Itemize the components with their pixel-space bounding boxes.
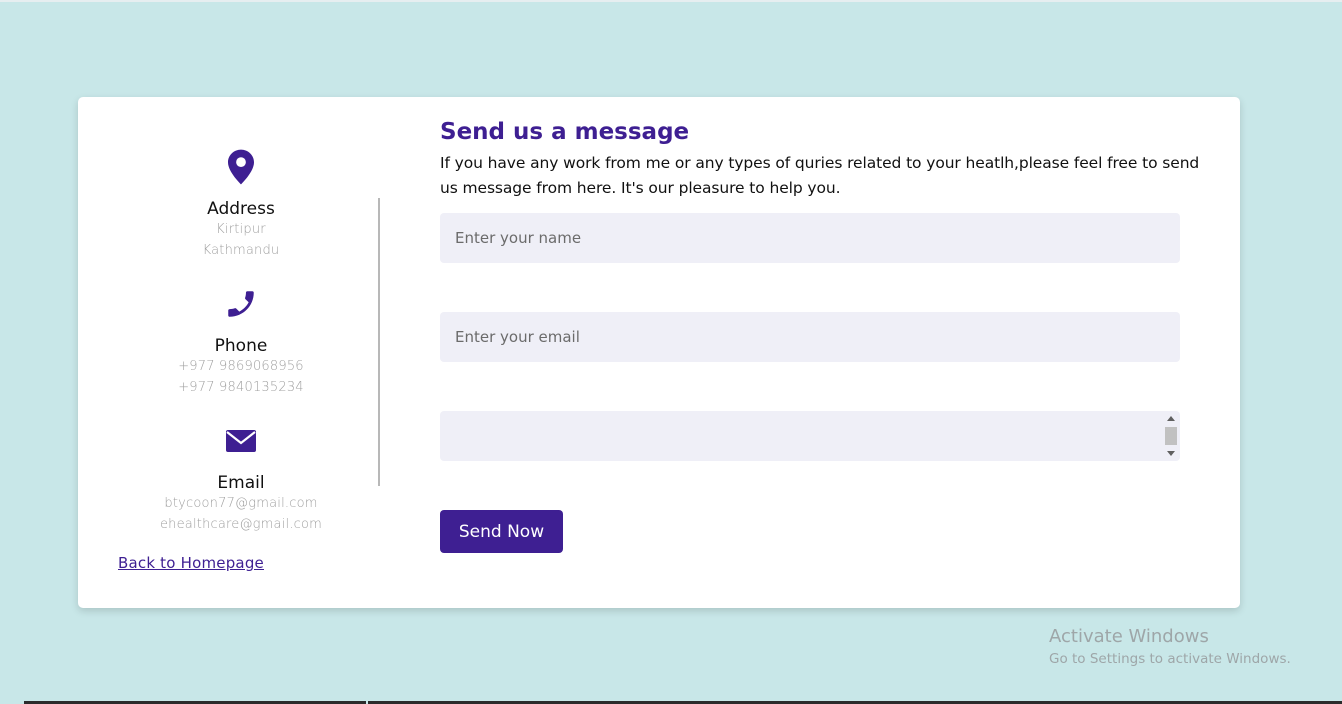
message-form: Send us a message If you have any work f… <box>440 97 1200 608</box>
address-topic: Address <box>207 199 275 219</box>
scroll-up-arrow-icon[interactable] <box>1167 416 1175 421</box>
message-textarea[interactable] <box>440 411 1162 461</box>
phone-line-2: +977 9840135234 <box>178 380 304 395</box>
activate-windows-title: Activate Windows <box>1049 626 1209 647</box>
name-input[interactable] <box>440 213 1180 263</box>
phone-line-1: +977 9869068956 <box>178 359 304 374</box>
form-description: If you have any work from me or any type… <box>440 154 1200 197</box>
address-line-1: Kirtipur <box>216 222 266 237</box>
phone-detail: Phone +977 9869068956 +977 9840135234 <box>142 286 340 423</box>
send-now-button[interactable]: Send Now <box>440 510 563 553</box>
column-divider <box>378 198 380 486</box>
form-title: Send us a message <box>440 119 690 145</box>
email-input[interactable] <box>440 312 1180 362</box>
contact-details: Address Kirtipur Kathmandu Phone +977 98… <box>142 149 340 560</box>
activate-windows-subtitle: Go to Settings to activate Windows. <box>1049 651 1291 667</box>
envelope-icon <box>226 430 256 452</box>
contact-card: Address Kirtipur Kathmandu Phone +977 98… <box>78 97 1240 608</box>
email-line-2: ehealthcare@gmail.com <box>159 517 323 532</box>
top-border <box>0 0 1342 2</box>
map-pin-icon <box>228 149 254 185</box>
phone-icon <box>228 291 254 317</box>
phone-topic: Phone <box>214 336 268 356</box>
email-topic: Email <box>217 473 265 493</box>
email-line-1: btycoon77@gmail.com <box>164 496 318 511</box>
scroll-down-arrow-icon[interactable] <box>1167 451 1175 456</box>
address-detail: Address Kirtipur Kathmandu <box>142 149 340 286</box>
email-detail: Email btycoon77@gmail.com ehealthcare@gm… <box>142 423 340 560</box>
message-box <box>440 411 1180 461</box>
address-line-2: Kathmandu <box>202 243 280 258</box>
message-scrollbar[interactable] <box>1164 413 1178 459</box>
back-to-homepage-link[interactable]: Back to Homepage <box>118 554 264 572</box>
scroll-thumb[interactable] <box>1165 427 1177 445</box>
contact-details-column: Address Kirtipur Kathmandu Phone +977 98… <box>78 97 404 608</box>
activate-windows-watermark: Activate Windows Go to Settings to activ… <box>1049 626 1291 669</box>
